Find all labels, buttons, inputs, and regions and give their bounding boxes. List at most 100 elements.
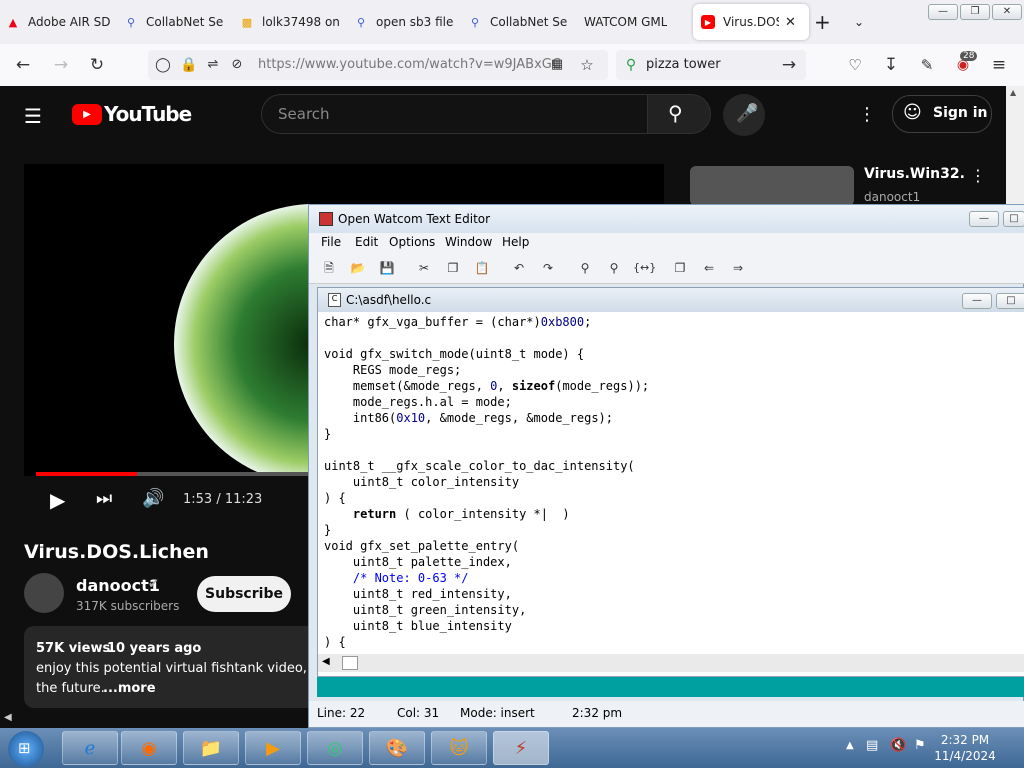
- menu-icon[interactable]: ≡: [988, 54, 1010, 76]
- prev-file-icon[interactable]: ⇐: [699, 258, 719, 278]
- code-line[interactable]: REGS mode_regs;: [324, 362, 1024, 378]
- description-box[interactable]: 57K views 10 years ago enjoy this potent…: [24, 626, 332, 708]
- code-line[interactable]: void gfx_set_palette_entry(: [324, 538, 1024, 554]
- bookmark-star-icon[interactable]: ☆: [576, 54, 598, 76]
- code-line[interactable]: uint8_t red_intensity,: [324, 586, 1024, 602]
- menu-help[interactable]: Help: [502, 235, 529, 249]
- code-line[interactable]: memset(&mode_regs, 0, sizeof(mode_regs))…: [324, 378, 1024, 394]
- copy-icon[interactable]: ❐: [443, 258, 463, 278]
- watcom-minimize-button[interactable]: —: [969, 211, 999, 227]
- new-tab-button[interactable]: +: [814, 4, 834, 40]
- tab-list-button[interactable]: ⌄: [854, 4, 874, 40]
- code-line[interactable]: ) {: [324, 634, 1024, 650]
- undo-icon[interactable]: ↶: [509, 258, 529, 278]
- code-editor[interactable]: char* gfx_vga_buffer = (char*)0xb800; voi…: [324, 314, 1024, 650]
- horizontal-scrollbar[interactable]: ◀: [318, 654, 1024, 672]
- sign-in-button[interactable]: ☺ Sign in: [892, 95, 992, 133]
- tab-adobe-air[interactable]: ▲ Adobe AIR SD: [6, 4, 110, 40]
- save-icon[interactable]: 💾: [377, 258, 397, 278]
- minimize-button[interactable]: —: [928, 4, 958, 20]
- open-folder-icon[interactable]: 📂: [348, 258, 368, 278]
- redo-icon[interactable]: ↷: [538, 258, 558, 278]
- scroll-left-icon[interactable]: ◀: [4, 712, 12, 723]
- taskbar-paint[interactable]: 🎨: [369, 731, 425, 765]
- more-link[interactable]: ...more: [103, 681, 156, 696]
- address-bar[interactable]: ◯ 🔒 ⇌ ⊘ https://www.youtube.com/watch?v=…: [148, 50, 608, 80]
- doc-maximize-button[interactable]: □: [996, 293, 1024, 309]
- code-line[interactable]: void gfx_switch_mode(uint8_t mode) {: [324, 346, 1024, 362]
- volume-icon[interactable]: 🔊: [142, 488, 164, 509]
- code-line[interactable]: return ( color_intensity *| ): [324, 506, 1024, 522]
- scroll-thumb[interactable]: [342, 656, 358, 670]
- code-line[interactable]: int86(0x10, &mode_regs, &mode_regs);: [324, 410, 1024, 426]
- pocket-icon[interactable]: ♡: [844, 54, 866, 76]
- start-button[interactable]: ⊞: [8, 731, 44, 767]
- code-line[interactable]: [324, 330, 1024, 346]
- related-thumbnail[interactable]: [690, 166, 854, 206]
- taskbar-app[interactable]: ◎: [307, 731, 363, 765]
- code-line[interactable]: mode_regs.h.al = mode;: [324, 394, 1024, 410]
- code-line[interactable]: [324, 442, 1024, 458]
- tray-flag-icon[interactable]: ⚑: [914, 738, 926, 753]
- lock-icon[interactable]: 🔒: [178, 54, 200, 76]
- close-tab-icon[interactable]: ✕: [785, 15, 796, 30]
- related-channel[interactable]: danooct1: [864, 190, 920, 204]
- taskbar-media[interactable]: ▶: [245, 731, 301, 765]
- tab-watcom-gml[interactable]: WATCOM GML: [584, 4, 684, 40]
- files-icon[interactable]: ❐: [670, 258, 690, 278]
- taskbar-scratch[interactable]: 🐱: [431, 731, 487, 765]
- menu-edit[interactable]: Edit: [355, 235, 378, 249]
- next-icon[interactable]: ⏭: [96, 488, 112, 509]
- taskbar-firefox[interactable]: ◉: [121, 731, 177, 765]
- restore-button[interactable]: ❐: [960, 4, 990, 20]
- code-line[interactable]: uint8_t palette_index,: [324, 554, 1024, 570]
- code-line[interactable]: }: [324, 426, 1024, 442]
- match-brace-icon[interactable]: {↔}: [633, 258, 656, 278]
- search-bar[interactable]: ⚲ pizza tower →: [616, 50, 806, 80]
- permissions-icon[interactable]: ⇌: [202, 54, 224, 76]
- url-text[interactable]: https://www.youtube.com/watch?v=w9JABxGC: [258, 57, 561, 72]
- menu-file[interactable]: File: [321, 235, 341, 249]
- scroll-left-icon[interactable]: ◀: [322, 656, 330, 667]
- reader-view-icon[interactable]: ▦: [546, 54, 568, 76]
- menu-options[interactable]: Options: [389, 235, 435, 249]
- back-icon[interactable]: ←: [12, 54, 34, 76]
- watcom-title-bar[interactable]: Open Watcom Text Editor — □: [309, 205, 1024, 233]
- related-title[interactable]: Virus.Win32.HLl: [864, 166, 964, 182]
- code-line[interactable]: uint8_t green_intensity,: [324, 602, 1024, 618]
- doc-minimize-button[interactable]: —: [962, 293, 992, 309]
- tab-collabnet-2[interactable]: ⚲ CollabNet Se: [468, 4, 568, 40]
- code-line[interactable]: /* Note: 0-63 */: [324, 570, 1024, 586]
- voice-search-button[interactable]: 🎤: [723, 94, 765, 136]
- tray-volume-muted-icon[interactable]: 🔇: [890, 738, 906, 753]
- tracking-blocked-icon[interactable]: ⊘: [226, 54, 248, 76]
- find-next-icon[interactable]: ⚲: [604, 258, 624, 278]
- tab-collabnet-1[interactable]: ⚲ CollabNet Se: [124, 4, 224, 40]
- new-file-icon[interactable]: 🗎: [319, 258, 339, 278]
- tab-virus-dos[interactable]: ▶ Virus.DOS ✕: [693, 4, 809, 40]
- taskbar-explorer[interactable]: 📁: [183, 731, 239, 765]
- youtube-search-button[interactable]: ⚲: [647, 94, 711, 134]
- more-options-icon[interactable]: ⋮: [858, 104, 876, 125]
- channel-avatar[interactable]: [24, 573, 64, 613]
- code-line[interactable]: char* gfx_vga_buffer = (char*)0xb800;: [324, 314, 1024, 330]
- youtube-logo[interactable]: ▶ YouTube: [72, 102, 192, 126]
- menu-window[interactable]: Window: [445, 235, 492, 249]
- forward-icon[interactable]: →: [50, 54, 72, 76]
- reload-icon[interactable]: ↻: [86, 54, 108, 76]
- shield-icon[interactable]: ◯: [152, 54, 174, 76]
- code-line[interactable]: ) {: [324, 490, 1024, 506]
- watcom-maximize-button[interactable]: □: [1003, 211, 1024, 227]
- search-bar-text[interactable]: pizza tower: [646, 57, 721, 72]
- tray-expand-icon[interactable]: ▲: [846, 740, 854, 751]
- related-more-icon[interactable]: ⋮: [970, 166, 986, 185]
- tray-network-icon[interactable]: ▤: [866, 738, 878, 753]
- code-line[interactable]: }: [324, 522, 1024, 538]
- close-window-button[interactable]: ✕: [992, 4, 1022, 20]
- code-line[interactable]: uint8_t color_intensity: [324, 474, 1024, 490]
- document-title-bar[interactable]: C C:\asdf\hello.c — □: [318, 288, 1024, 312]
- download-icon[interactable]: ↧: [880, 54, 902, 76]
- scroll-up-icon[interactable]: ▲: [1010, 88, 1016, 97]
- youtube-search-input[interactable]: Search: [261, 94, 649, 134]
- subscribe-button[interactable]: Subscribe: [197, 576, 291, 612]
